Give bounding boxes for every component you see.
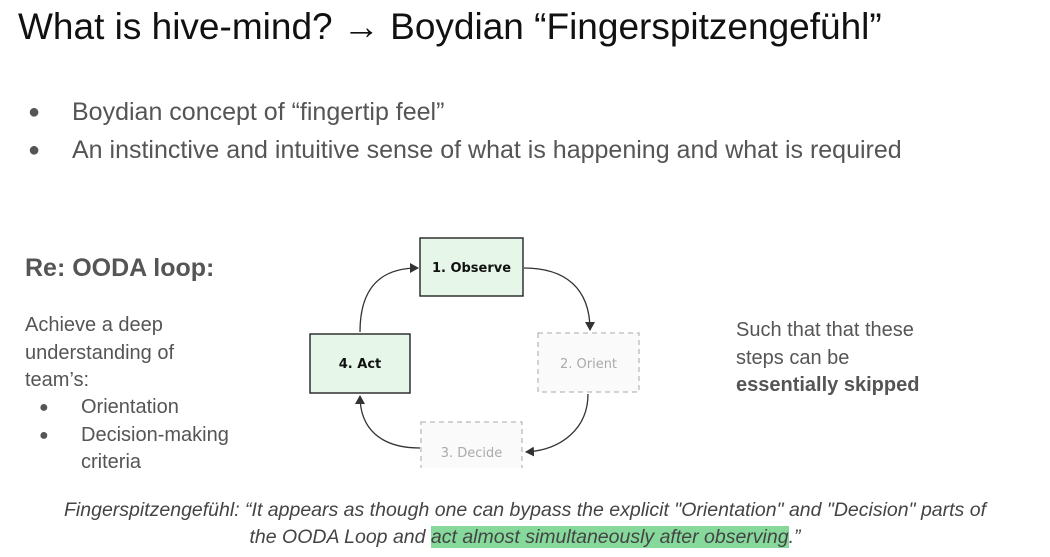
arrow-act-to-observe [359,263,419,333]
node-observe: 1. Observe [419,237,524,297]
bullet-dot-icon: ● [28,101,41,123]
arrow-orient-to-decide [525,393,589,457]
node-observe-label: 1. Observe [432,261,511,276]
node-orient-label: 2. Orient [560,357,617,372]
ooda-loop-diagram: 1. Observe 2. Orient 3. Decide 4. Act [309,237,640,468]
node-act: 4. Act [309,333,411,394]
bullet-dot-icon: ● [39,399,49,416]
ooda-intro-line: understanding of [25,341,175,364]
arrow-decide-to-act [355,395,421,449]
quote-line-2: the OODA Loop and act almost simultaneou… [0,524,1050,551]
ooda-intro-line: team’s: [25,369,90,391]
node-decide-label: 3. Decide [441,446,503,461]
quote-line-1: Fingerspitzengefühl: “It appears as thou… [64,499,986,521]
ooda-intro-line: Achieve a deep [25,314,163,336]
skip-note-line: steps can be [736,346,850,369]
ooda-item: ● Decision-making criteria [25,422,281,477]
node-decide: 3. Decide [420,421,523,468]
node-act-label: 4. Act [339,357,382,372]
ooda-item: ● Orientation [25,394,281,422]
ooda-heading: Re: OODA loop: [25,254,215,282]
ooda-intro: Achieve a deep understanding of team’s: [25,312,174,395]
quote-block: Fingerspitzengefühl: “It appears as thou… [0,497,1050,551]
bullet-dot-icon: ● [39,426,49,444]
bullet-text: An instinctive and intuitive sense of wh… [72,136,902,164]
quote-line-2-end: .” [788,526,801,548]
quote-highlight: act almost simultaneously after observin… [430,526,789,548]
bullet-dot-icon: ● [28,139,41,161]
bullet-list: ● Boydian concept of “fingertip feel” ● … [28,93,902,169]
skip-note-line: Such that that these [736,319,914,341]
node-orient: 2. Orient [537,332,640,393]
arrow-observe-to-orient [523,267,595,331]
bullet-item: ● Boydian concept of “fingertip feel” [28,93,902,131]
quote-line-2-start: the OODA Loop and [249,526,431,548]
slide-title: What is hive-mind? → Boydian “Fingerspit… [18,6,882,47]
bullet-text: Boydian concept of “fingertip feel” [72,98,445,126]
bullet-item: ● An instinctive and intuitive sense of … [28,131,902,169]
skip-note: Such that that these steps can be essent… [736,317,919,400]
ooda-item-text: Decision-making criteria [81,423,229,474]
ooda-item-list: ● Orientation ● Decision-making criteria [25,394,281,477]
ooda-item-text: Orientation [81,396,179,418]
skip-note-emphasis: essentially skipped [736,374,920,396]
